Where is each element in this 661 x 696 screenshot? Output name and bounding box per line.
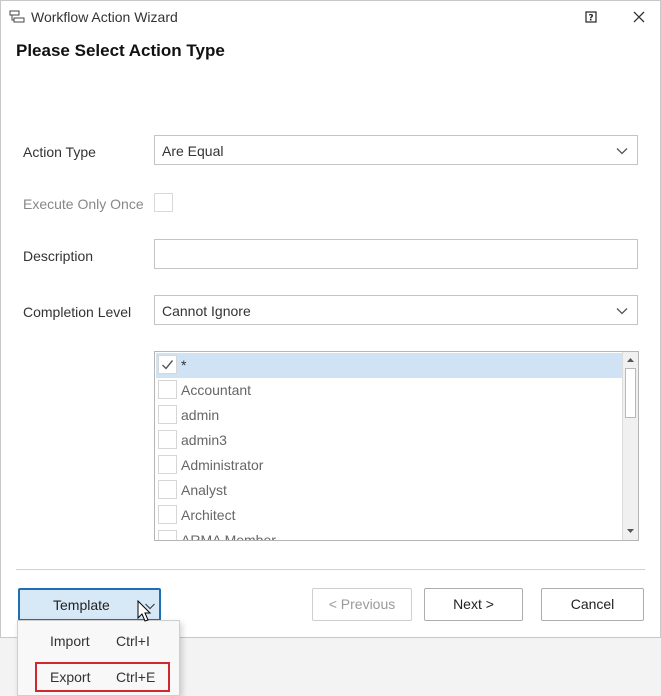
role-checkbox[interactable] xyxy=(158,530,177,540)
role-checkbox[interactable] xyxy=(158,480,177,499)
list-item[interactable]: Administrator xyxy=(156,453,623,478)
next-button[interactable]: Next > xyxy=(424,588,523,621)
scroll-up-icon[interactable] xyxy=(625,354,636,366)
title-bar: Workflow Action Wizard ? xyxy=(1,1,660,33)
completion-level-value: Cannot Ignore xyxy=(162,303,251,319)
role-label: Accountant xyxy=(181,382,252,398)
list-item[interactable]: * xyxy=(156,353,623,378)
export-highlight-box xyxy=(35,662,170,692)
completion-level-label: Completion Level xyxy=(23,304,132,320)
list-item[interactable]: ARMA Member xyxy=(156,528,623,541)
chevron-down-icon xyxy=(616,148,628,155)
svg-text:?: ? xyxy=(588,14,593,24)
menu-item-label: Import xyxy=(50,633,90,649)
workflow-app-icon xyxy=(9,10,25,23)
checkmark-icon xyxy=(162,360,174,370)
template-menu: Import Ctrl+I Export Ctrl+E xyxy=(17,620,180,696)
role-label: * xyxy=(181,357,187,373)
role-checkbox[interactable] xyxy=(158,505,177,524)
role-label: admin xyxy=(181,407,220,423)
roles-scrollbar[interactable] xyxy=(622,352,638,540)
list-item[interactable]: Architect xyxy=(156,503,623,528)
list-item[interactable]: Analyst xyxy=(156,478,623,503)
execute-only-once-label: Execute Only Once xyxy=(23,196,144,212)
menu-item-shortcut: Ctrl+I xyxy=(116,633,150,649)
action-type-dropdown[interactable]: Are Equal xyxy=(154,135,638,165)
role-checkbox[interactable] xyxy=(158,405,177,424)
cancel-button[interactable]: Cancel xyxy=(541,588,644,621)
role-label: Architect xyxy=(181,507,236,523)
chevron-down-icon xyxy=(616,308,628,315)
help-icon[interactable]: ? xyxy=(581,7,601,27)
menu-item-import[interactable]: Import Ctrl+I xyxy=(18,626,179,656)
role-label: Administrator xyxy=(181,457,264,473)
close-icon[interactable] xyxy=(628,6,650,28)
completion-level-dropdown[interactable]: Cannot Ignore xyxy=(154,295,638,325)
window-title: Workflow Action Wizard xyxy=(31,9,178,25)
list-item[interactable]: admin xyxy=(156,403,623,428)
description-input[interactable] xyxy=(154,239,638,269)
action-type-label: Action Type xyxy=(23,144,96,160)
list-item[interactable]: admin3 xyxy=(156,428,623,453)
role-checkbox[interactable] xyxy=(158,380,177,399)
action-type-value: Are Equal xyxy=(162,143,224,159)
page-title: Please Select Action Type xyxy=(16,41,225,60)
workflow-action-wizard-window: Workflow Action Wizard ? Please Select A… xyxy=(0,0,661,638)
previous-button[interactable]: < Previous xyxy=(312,588,412,621)
role-checkbox[interactable] xyxy=(158,355,177,374)
role-checkbox[interactable] xyxy=(158,455,177,474)
scrollbar-thumb[interactable] xyxy=(625,368,636,418)
role-label: ARMA Member xyxy=(181,532,276,541)
list-item[interactable]: Accountant xyxy=(156,378,623,403)
mouse-cursor-icon xyxy=(137,600,152,622)
role-label: admin3 xyxy=(181,432,227,448)
roles-listbox[interactable]: * Accountant admin admin3 Administrator … xyxy=(154,351,639,541)
role-checkbox[interactable] xyxy=(158,430,177,449)
execute-only-once-checkbox[interactable] xyxy=(154,193,173,212)
scroll-down-icon[interactable] xyxy=(625,525,636,537)
role-label: Analyst xyxy=(181,482,227,498)
footer-divider xyxy=(16,569,645,570)
description-label: Description xyxy=(23,248,94,264)
template-button-label: Template xyxy=(53,597,110,613)
